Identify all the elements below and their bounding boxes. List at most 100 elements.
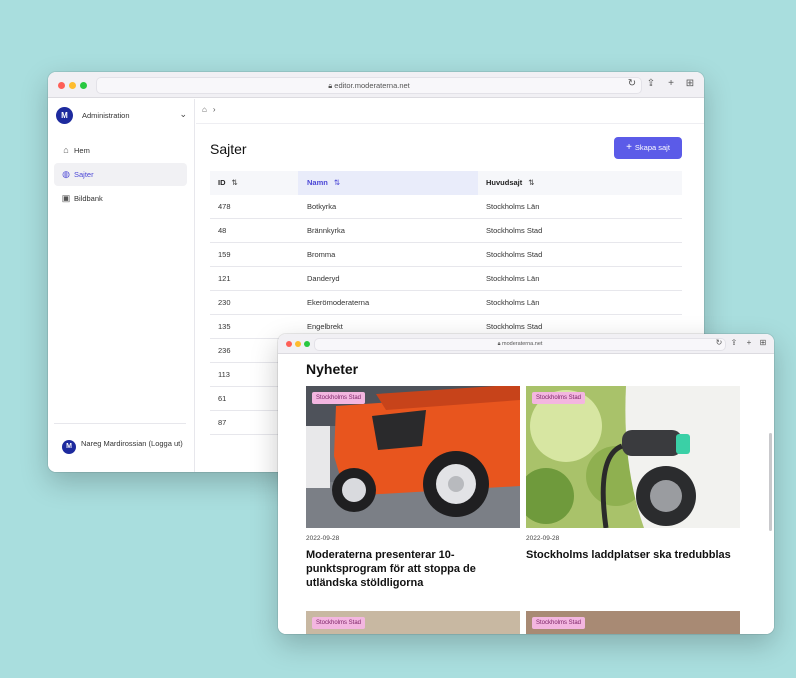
user-logout[interactable]: M Nareg Mardirossian (Logga ut) bbox=[62, 439, 187, 461]
news-date: 2022-09-28 bbox=[306, 535, 340, 542]
sidebar-divider bbox=[54, 423, 186, 424]
cell-id: 236 bbox=[218, 346, 231, 355]
address-bar[interactable]: 🔒︎ moderaterna.net bbox=[314, 338, 726, 351]
news-card-image: Stockholms Stad bbox=[306, 386, 520, 528]
news-headline: Moderaterna presenterar 10-punktsprogram… bbox=[306, 549, 476, 589]
news-card[interactable]: Stockholms Stad 2022-09-28 Moderaterna p… bbox=[306, 386, 520, 596]
cell-id: 230 bbox=[218, 298, 231, 307]
sidebar-item-hem[interactable]: ⌂ Hem bbox=[54, 139, 187, 162]
cell-huvudsajt: Stockholms Län bbox=[486, 202, 540, 211]
table-row[interactable]: 159 Bromma Stockholms Stad bbox=[210, 243, 682, 267]
create-site-label: Skapa sajt bbox=[634, 143, 670, 152]
moderaterna-logo: M bbox=[56, 107, 73, 124]
reload-icon[interactable]: ↻ bbox=[714, 338, 724, 347]
create-site-button[interactable]: + Skapa sajt bbox=[614, 137, 682, 159]
cell-id: 61 bbox=[218, 394, 227, 403]
cell-id: 48 bbox=[218, 226, 227, 235]
news-card-image: Stockholms Stad bbox=[306, 611, 520, 634]
cell-id: 121 bbox=[218, 274, 231, 283]
cell-namn: Bromma bbox=[307, 250, 336, 259]
chevron-right-icon: › bbox=[212, 105, 216, 114]
section-title: Nyheter bbox=[306, 361, 359, 377]
tab-overview-icon[interactable]: ⊞ bbox=[758, 338, 768, 347]
cell-namn: Botkyrka bbox=[307, 202, 337, 211]
news-card-image: Stockholms Stad bbox=[526, 611, 740, 634]
minimize-window-button[interactable] bbox=[295, 341, 301, 347]
category-badge: Stockholms Stad bbox=[312, 392, 366, 404]
news-card[interactable]: Stockholms Stad bbox=[306, 611, 520, 634]
table-row[interactable]: 230 Ekerömoderaterna Stockholms Län bbox=[210, 291, 682, 315]
reload-icon[interactable]: ↻ bbox=[626, 78, 638, 89]
news-date: 2022-09-28 bbox=[526, 535, 560, 542]
sort-icon: ⇅ bbox=[231, 178, 238, 187]
category-badge: Stockholms Stad bbox=[312, 617, 366, 629]
cell-id: 135 bbox=[218, 322, 231, 331]
address-bar[interactable]: 🔒︎ editor.moderaterna.net bbox=[96, 77, 642, 94]
page-title: Sajter bbox=[210, 141, 247, 157]
cell-id: 113 bbox=[218, 370, 230, 379]
close-window-button[interactable] bbox=[286, 341, 292, 347]
category-badge: Stockholms Stad bbox=[532, 617, 586, 629]
news-card[interactable]: Stockholms Stad 2022-09-28 Stockholms la… bbox=[526, 386, 740, 596]
new-tab-icon[interactable]: + bbox=[744, 338, 754, 347]
cell-namn: Danderyd bbox=[307, 274, 340, 283]
sidebar-item-label: Sajter bbox=[74, 170, 94, 179]
minimize-window-button[interactable] bbox=[69, 82, 76, 89]
scrollbar[interactable] bbox=[769, 433, 772, 531]
news-card[interactable]: Stockholms Stad bbox=[526, 611, 740, 634]
cell-id: 87 bbox=[218, 418, 227, 427]
news-headline: Stockholms laddplatser ska tredubblas bbox=[526, 549, 731, 561]
tab-overview-icon[interactable]: ⊞ bbox=[684, 78, 696, 89]
cell-huvudsajt: Stockholms Län bbox=[486, 274, 540, 283]
table-header: ID ⇅ Namn ⇅ Huvudsajt ⇅ bbox=[210, 171, 682, 195]
sidebar-item-label: Hem bbox=[74, 146, 90, 155]
maximize-window-button[interactable] bbox=[80, 82, 87, 89]
browser-toolbar: 🔒︎ moderaterna.net ↻ ⇪ + ⊞ bbox=[278, 334, 774, 354]
sidebar-item-sajter[interactable]: ◍ Sajter bbox=[54, 163, 187, 186]
cell-huvudsajt: Stockholms Stad bbox=[486, 226, 543, 235]
sidebar-item-bildbank[interactable]: ▣ Bildbank bbox=[54, 187, 187, 210]
sort-icon: ⇅ bbox=[528, 178, 535, 187]
cell-namn: Ekerömoderaterna bbox=[307, 298, 370, 307]
sidebar-item-label: Bildbank bbox=[74, 194, 103, 203]
new-tab-icon[interactable]: + bbox=[665, 78, 677, 89]
column-header-label: Namn bbox=[307, 178, 328, 187]
cell-namn: Brännkyrka bbox=[307, 226, 345, 235]
plus-icon: + bbox=[626, 142, 632, 153]
breadcrumb: ⌂ › bbox=[202, 105, 222, 114]
maximize-window-button[interactable] bbox=[304, 341, 310, 347]
address-text: moderaterna.net bbox=[502, 341, 543, 347]
home-icon[interactable]: ⌂ bbox=[202, 105, 207, 114]
brand-switcher[interactable]: M Administration ⌄ bbox=[56, 107, 187, 125]
table-row[interactable]: 48 Brännkyrka Stockholms Stad bbox=[210, 219, 682, 243]
close-window-button[interactable] bbox=[58, 82, 65, 89]
news-card-image: Stockholms Stad bbox=[526, 386, 740, 528]
table-row[interactable]: 121 Danderyd Stockholms Län bbox=[210, 267, 682, 291]
column-header-huvudsajt[interactable]: Huvudsajt ⇅ bbox=[478, 171, 682, 195]
browser-toolbar: 🔒︎ editor.moderaterna.net ↻ ⇪ + ⊞ bbox=[48, 72, 704, 98]
address-text: editor.moderaterna.net bbox=[334, 81, 410, 90]
chevron-down-icon: ⌄ bbox=[179, 109, 187, 119]
share-icon[interactable]: ⇪ bbox=[729, 338, 739, 347]
ev-charger-photo bbox=[526, 386, 740, 528]
brand-label: Administration bbox=[82, 111, 130, 120]
sidebar: M Administration ⌄ ⌂ Hem ◍ Sajter ▣ Bild… bbox=[48, 99, 195, 472]
table-row[interactable]: 478 Botkyrka Stockholms Län bbox=[210, 195, 682, 219]
home-icon: ⌂ bbox=[63, 145, 69, 155]
column-header-label: ID bbox=[218, 178, 226, 187]
globe-icon: ◍ bbox=[62, 169, 70, 179]
images-icon: ▣ bbox=[61, 193, 71, 203]
sort-icon: ⇅ bbox=[333, 178, 341, 187]
cell-huvudsajt: Stockholms Län bbox=[486, 298, 540, 307]
site-content: Nyheter Stockholms Stad 2022-09-28 Moder… bbox=[278, 355, 774, 634]
cell-id: 478 bbox=[218, 202, 231, 211]
column-header-id[interactable]: ID ⇅ bbox=[210, 171, 298, 195]
cell-huvudsajt: Stockholms Stad bbox=[486, 250, 543, 259]
cell-id: 159 bbox=[218, 250, 231, 259]
column-header-namn[interactable]: Namn ⇅ bbox=[298, 171, 478, 195]
user-avatar: M bbox=[62, 440, 76, 454]
site-browser-window: 🔒︎ moderaterna.net ↻ ⇪ + ⊞ Nyheter Stock… bbox=[278, 334, 774, 634]
share-icon[interactable]: ⇪ bbox=[645, 78, 657, 89]
car-photo bbox=[306, 386, 520, 528]
user-name: Nareg Mardirossian (Logga ut) bbox=[81, 439, 183, 448]
